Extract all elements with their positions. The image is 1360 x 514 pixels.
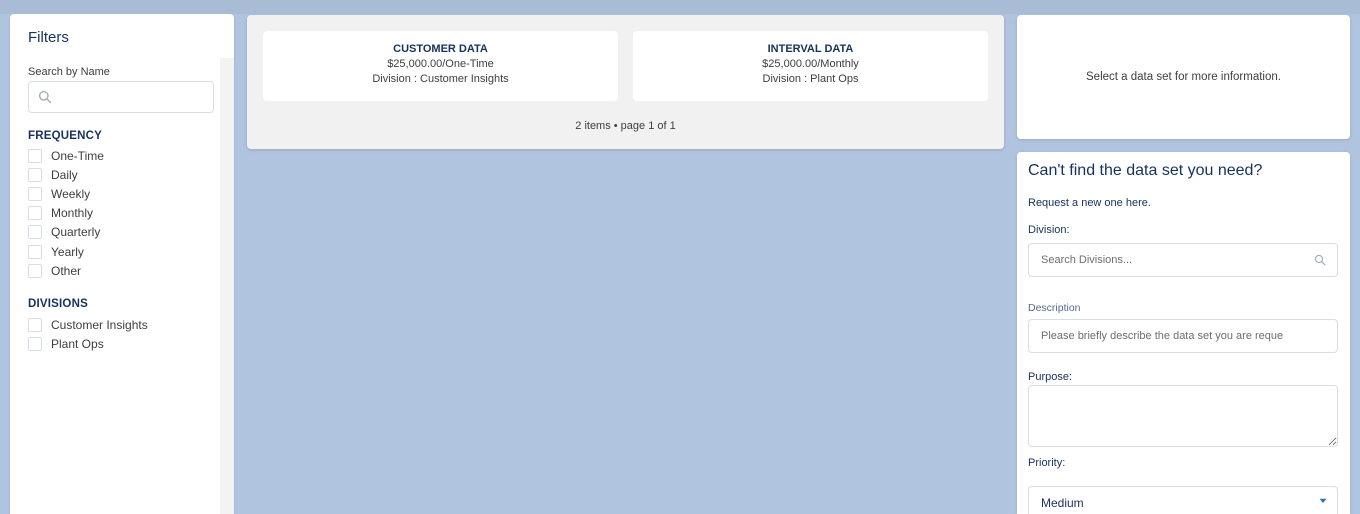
request-form-subtitle: Request a new one here. [1028,197,1151,209]
frequency-option-label: Other [51,263,82,278]
frequency-option-one-time[interactable]: One-Time [28,146,104,165]
purpose-textarea[interactable] [1028,385,1338,447]
checkbox[interactable] [28,336,42,351]
frequency-option-daily[interactable]: Daily [28,165,104,184]
checkbox[interactable] [28,317,42,332]
checkbox[interactable] [28,263,42,278]
frequency-option-weekly[interactable]: Weekly [28,184,104,203]
checkbox[interactable] [28,225,42,240]
frequency-option-label: Weekly [51,186,91,201]
search-icon [38,90,52,104]
priority-selected-value: Medium [1041,496,1084,510]
purpose-field-label: Purpose: [1028,371,1073,383]
description-field-label: Description [1028,302,1081,314]
priority-select[interactable]: Medium [1028,486,1338,514]
divisions-checkbox-list: Customer Insights Plant Ops [28,315,148,353]
frequency-checkbox-list: One-Time Daily Weekly Monthly Quarterly … [28,146,104,280]
frequency-section-title: FREQUENCY [28,130,103,142]
frequency-option-label: Daily [51,167,78,182]
frequency-option-monthly[interactable]: Monthly [28,204,104,223]
frequency-option-label: Monthly [51,206,94,221]
checkbox[interactable] [28,167,42,182]
data-set-results-panel: CUSTOMER DATA $25,000.00/One-Time Divisi… [247,15,1004,149]
pagination-status: 2 items • page 1 of 1 [575,120,676,132]
request-data-set-form: Can't find the data set you need? Reques… [1017,152,1350,514]
checkbox[interactable] [28,148,42,163]
frequency-option-label: One-Time [51,148,104,163]
search-by-name-label: Search by Name [28,66,110,78]
checkbox[interactable] [28,206,42,221]
search-by-name-input[interactable] [28,81,214,113]
chevron-down-icon [1319,498,1327,503]
data-set-info-panel: Select a data set for more information. [1017,15,1350,139]
frequency-option-label: Yearly [51,244,84,259]
filters-scrollbar[interactable] [220,58,234,514]
priority-field-label: Priority: [1028,457,1066,469]
data-set-card-title: INTERVAL DATA [767,43,854,55]
search-icon [1314,254,1326,266]
checkbox[interactable] [28,244,42,259]
division-option-label: Customer Insights [51,317,148,332]
data-set-card-division: Division : Customer Insights [372,73,509,85]
frequency-option-quarterly[interactable]: Quarterly [28,223,104,242]
data-set-card-division: Division : Plant Ops [762,73,859,85]
division-option-customer-insights[interactable]: Customer Insights [28,315,148,334]
top-strip [0,0,1360,14]
frequency-option-yearly[interactable]: Yearly [28,242,104,261]
frequency-option-other[interactable]: Other [28,261,104,280]
division-option-label: Plant Ops [51,336,104,351]
division-search-input[interactable] [1028,243,1338,277]
data-set-card-customer-data[interactable]: CUSTOMER DATA $25,000.00/One-Time Divisi… [263,31,618,101]
filters-title: Filters [28,29,69,46]
data-set-card-price: $25,000.00/Monthly [762,58,859,70]
filters-panel: Filters Search by Name FREQUENCY One-Tim… [10,14,234,514]
checkbox[interactable] [28,186,42,201]
request-form-title: Can't find the data set you need? [1028,162,1263,179]
division-option-plant-ops[interactable]: Plant Ops [28,334,148,353]
description-field[interactable] [1028,319,1338,353]
frequency-option-label: Quarterly [51,225,101,240]
data-set-card-interval-data[interactable]: INTERVAL DATA $25,000.00/Monthly Divisio… [633,31,988,101]
data-set-card-title: CUSTOMER DATA [393,43,488,55]
division-field-label: Division: [1028,224,1070,236]
divisions-section-title: DIVISIONS [28,298,88,310]
info-message: Select a data set for more information. [1086,71,1281,83]
data-set-card-price: $25,000.00/One-Time [387,58,494,70]
